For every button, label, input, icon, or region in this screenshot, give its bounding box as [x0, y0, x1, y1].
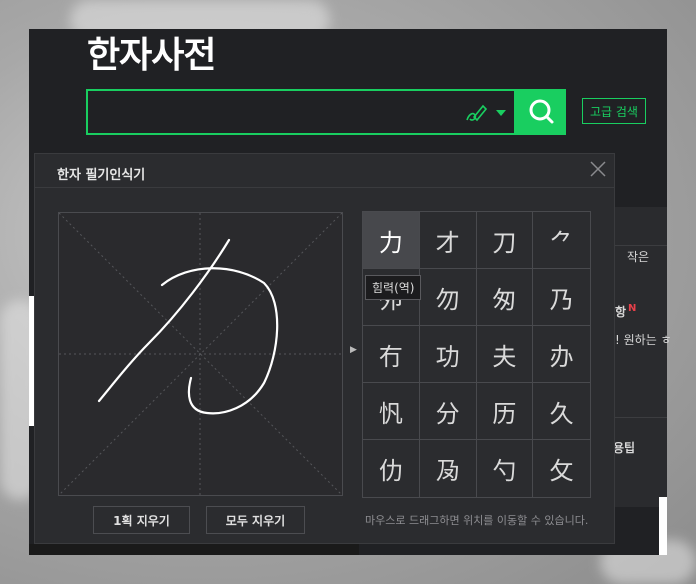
notice-text[interactable]: ! 원하는 ㅎ: [615, 331, 672, 348]
candidate-character[interactable]: 夃: [420, 440, 477, 497]
advanced-search-button[interactable]: 고급 검색: [582, 98, 646, 124]
candidate-grid: 力才刀⺈夘勿匆乃冇功夫办忛分历久仂夃勺攵: [362, 211, 591, 498]
drawing-canvas[interactable]: [58, 212, 343, 496]
candidate-character[interactable]: 乃: [533, 269, 590, 326]
handwritten-stroke: [160, 267, 279, 415]
search-field[interactable]: [94, 95, 458, 131]
tip-label[interactable]: 용팁: [613, 439, 635, 456]
page-title: 한자사전: [87, 35, 216, 76]
search-button[interactable]: [516, 89, 566, 135]
candidate-character[interactable]: ⺈: [533, 212, 590, 269]
search-icon: [529, 99, 554, 124]
candidate-character[interactable]: 匆: [476, 269, 534, 326]
candidate-character[interactable]: 勺: [477, 440, 534, 497]
handwriting-recognizer-popup: 한자 필기인식기 ▶ 力才刀⺈夘勿匆乃冇功夫办忛分历久仂夃勺攵 힘력(역) 1획…: [34, 153, 615, 544]
chevron-down-icon[interactable]: [496, 110, 506, 116]
handwriting-pen-icon[interactable]: [464, 102, 488, 124]
candidate-character[interactable]: 久: [533, 383, 590, 440]
page-content-edge: [29, 544, 359, 555]
new-badge: N: [628, 303, 637, 314]
chevron-right-icon: ▶: [350, 345, 357, 355]
page-content-edge: [659, 497, 667, 555]
candidate-character[interactable]: 力: [363, 212, 420, 269]
popup-title: 한자 필기인식기: [57, 168, 146, 183]
candidate-character[interactable]: 夫: [476, 326, 534, 383]
candidate-character[interactable]: 仂: [363, 440, 420, 497]
candidate-character[interactable]: 分: [419, 383, 477, 440]
candidate-character[interactable]: 攵: [533, 440, 590, 497]
divider: [35, 187, 614, 188]
candidate-character[interactable]: 办: [533, 326, 590, 383]
drag-hint: 마우스로 드래그하면 위치를 이동할 수 있습니다.: [365, 514, 589, 527]
handwritten-stroke: [97, 238, 231, 403]
close-icon[interactable]: [589, 160, 607, 178]
notice-label[interactable]: 항: [615, 303, 626, 320]
candidate-character[interactable]: 刀: [476, 212, 534, 269]
candidate-character[interactable]: 忛: [363, 383, 420, 440]
candidate-character[interactable]: 勿: [419, 269, 477, 326]
candidate-character[interactable]: 功: [419, 326, 477, 383]
candidate-character[interactable]: 才: [419, 212, 477, 269]
search-input[interactable]: [86, 89, 516, 135]
clear-all-button[interactable]: 모두 지우기: [206, 506, 305, 534]
candidate-character[interactable]: 历: [476, 383, 534, 440]
candidate-character[interactable]: 冇: [363, 326, 420, 383]
clear-one-stroke-button[interactable]: 1획 지우기: [93, 506, 190, 534]
drawing-guides: [58, 212, 343, 496]
side-tab[interactable]: 작은: [627, 248, 649, 265]
candidate-tooltip: 힘력(역): [365, 275, 422, 300]
